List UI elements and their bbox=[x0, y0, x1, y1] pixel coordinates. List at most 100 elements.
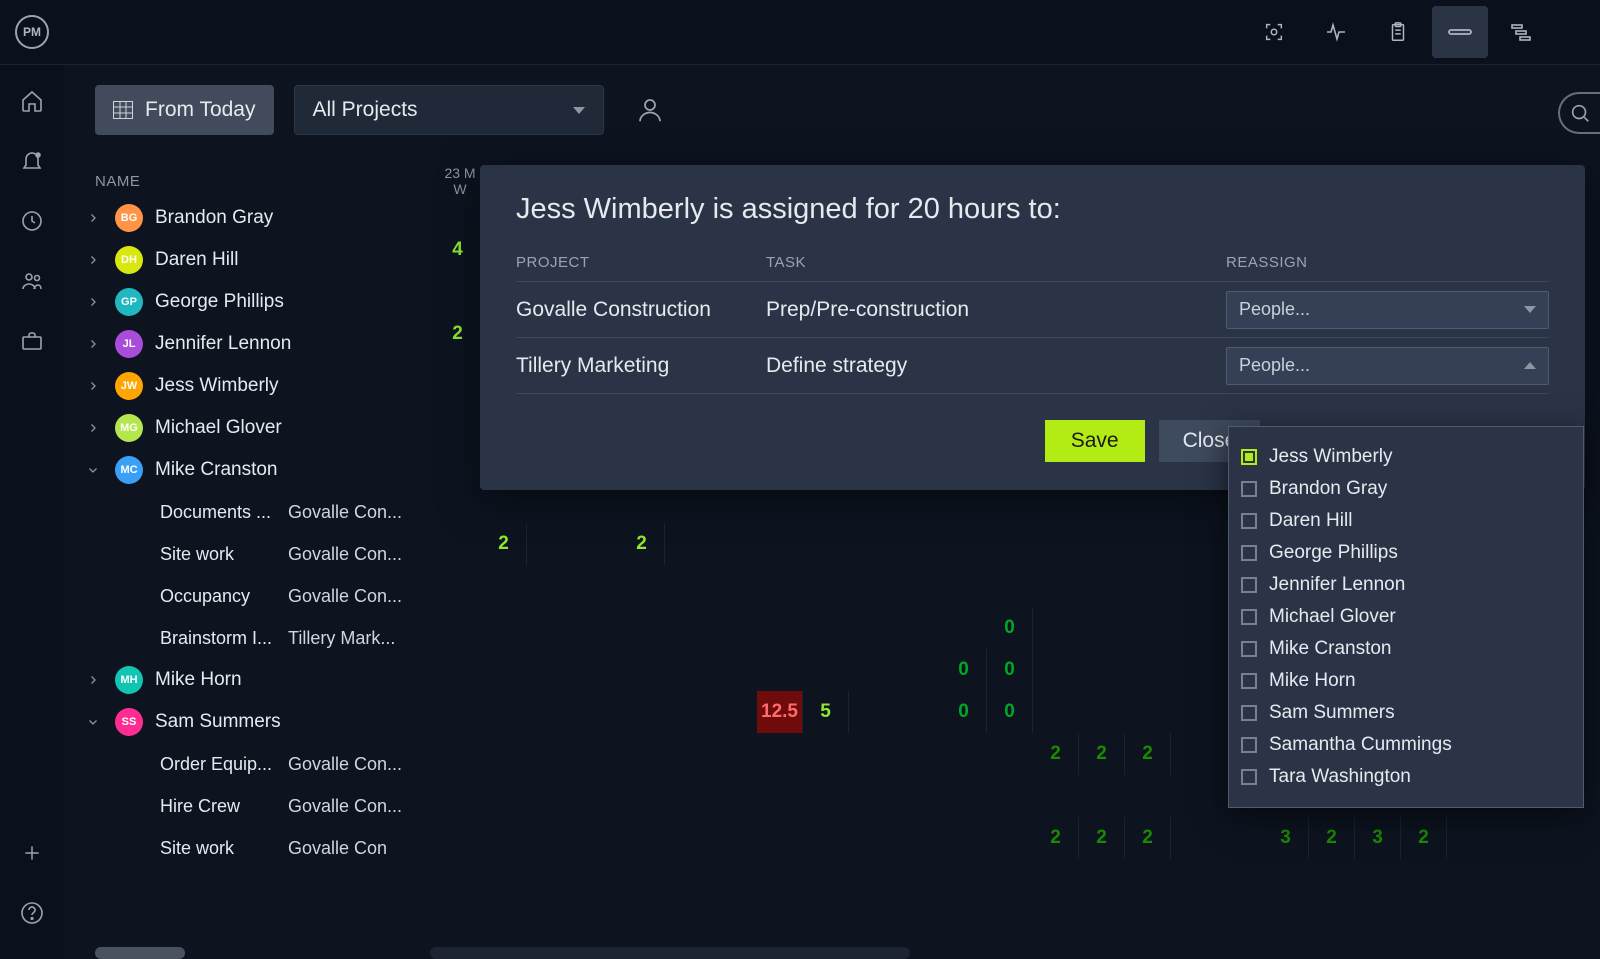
checkbox-icon[interactable] bbox=[1241, 673, 1257, 689]
task-project: Govalle Con... bbox=[288, 502, 402, 523]
checkbox-icon[interactable] bbox=[1241, 609, 1257, 625]
task-subrow[interactable]: Brainstorm I...Tillery Mark... bbox=[75, 617, 435, 659]
person-row[interactable]: JWJess Wimberly bbox=[75, 365, 435, 407]
workload-cell[interactable]: 2 bbox=[1079, 817, 1125, 859]
dialog-title: Jess Wimberly is assigned for 20 hours t… bbox=[516, 193, 1549, 226]
task-subrow[interactable]: Order Equip...Govalle Con... bbox=[75, 743, 435, 785]
people-dropdown-menu[interactable]: Jess Wimberly Brandon GrayDaren HillGeorg… bbox=[1228, 426, 1584, 808]
people-option[interactable]: Jennifer Lennon bbox=[1241, 569, 1571, 601]
workload-cell[interactable]: 2 bbox=[1125, 733, 1171, 775]
chevron-right-icon[interactable] bbox=[83, 338, 103, 350]
workload-cell[interactable]: 2 bbox=[1079, 733, 1125, 775]
person-row[interactable]: MCMike Cranston bbox=[75, 449, 435, 491]
recent-icon[interactable] bbox=[16, 205, 48, 237]
checkbox-icon[interactable] bbox=[1241, 769, 1257, 785]
workload-cell[interactable]: 0 bbox=[987, 691, 1033, 733]
people-option[interactable]: Tara Washington bbox=[1241, 761, 1571, 793]
chevron-down-icon[interactable] bbox=[83, 464, 103, 476]
people-option[interactable]: Mike Cranston bbox=[1241, 633, 1571, 665]
checkbox-icon[interactable] bbox=[1241, 481, 1257, 497]
workload-cell[interactable]: 3 bbox=[1263, 817, 1309, 859]
activity-icon[interactable] bbox=[1308, 6, 1364, 58]
people-option[interactable]: Michael Glover bbox=[1241, 601, 1571, 633]
workload-cell[interactable]: 2 bbox=[1033, 817, 1079, 859]
workload-icon[interactable] bbox=[1432, 6, 1488, 58]
team-icon[interactable] bbox=[16, 265, 48, 297]
notifications-icon[interactable] bbox=[16, 145, 48, 177]
checkbox-icon[interactable] bbox=[1241, 577, 1257, 593]
person-row[interactable]: JLJennifer Lennon bbox=[75, 323, 435, 365]
project-filter-select[interactable]: All Projects bbox=[294, 85, 604, 135]
workload-cell[interactable]: 2 bbox=[1125, 817, 1171, 859]
workload-cell[interactable]: 0 bbox=[987, 607, 1033, 649]
roadmap-icon[interactable] bbox=[1494, 6, 1550, 58]
task-project: Govalle Con... bbox=[288, 754, 402, 775]
task-subrow[interactable]: Site workGovalle Con bbox=[75, 827, 435, 869]
horizontal-scrollbar[interactable] bbox=[430, 947, 910, 959]
person-row[interactable]: MHMike Horn bbox=[75, 659, 435, 701]
people-option[interactable]: Mike Horn bbox=[1241, 665, 1571, 697]
workload-cell[interactable]: 12.5 bbox=[757, 691, 803, 733]
people-option[interactable]: Samantha Cummings bbox=[1241, 729, 1571, 761]
task-subrow[interactable]: Documents ... Govalle Con... bbox=[75, 491, 435, 533]
checkbox-icon[interactable] bbox=[1241, 513, 1257, 529]
workload-cell[interactable]: 5 bbox=[803, 691, 849, 733]
workload-cell[interactable]: 0 bbox=[987, 649, 1033, 691]
chevron-right-icon[interactable] bbox=[83, 674, 103, 686]
checkbox-icon[interactable] bbox=[1241, 705, 1257, 721]
person-filter-icon[interactable] bbox=[630, 90, 670, 130]
person-row[interactable]: MGMichael Glover bbox=[75, 407, 435, 449]
reassign-people-select[interactable]: People... bbox=[1226, 347, 1549, 385]
checkbox-icon[interactable] bbox=[1241, 737, 1257, 753]
people-option[interactable]: Daren Hill bbox=[1241, 505, 1571, 537]
avatar: JL bbox=[115, 330, 143, 358]
scan-icon[interactable] bbox=[1246, 6, 1302, 58]
task-subrow[interactable]: Hire CrewGovalle Con... bbox=[75, 785, 435, 827]
from-today-button[interactable]: From Today bbox=[95, 85, 274, 135]
workload-cell[interactable]: 0 bbox=[941, 649, 987, 691]
workload-cell[interactable]: 0 bbox=[941, 691, 987, 733]
workload-cell[interactable]: 2 bbox=[1033, 733, 1079, 775]
help-icon[interactable] bbox=[16, 897, 48, 929]
task-name: Documents ... bbox=[160, 502, 278, 523]
reassign-people-select[interactable]: People... bbox=[1226, 291, 1549, 329]
person-row[interactable]: BGBrandon Gray bbox=[75, 197, 435, 239]
people-option[interactable]: Brandon Gray bbox=[1241, 473, 1571, 505]
workload-cell[interactable]: 4 bbox=[435, 229, 481, 271]
chevron-right-icon[interactable] bbox=[83, 380, 103, 392]
people-option[interactable]: Sam Summers bbox=[1241, 697, 1571, 729]
briefcase-icon[interactable] bbox=[16, 325, 48, 357]
person-row[interactable]: GPGeorge Phillips bbox=[75, 281, 435, 323]
workload-cell[interactable]: 2 bbox=[1401, 817, 1447, 859]
workload-cell[interactable]: 2 bbox=[1309, 817, 1355, 859]
workload-cell[interactable]: 2 bbox=[435, 313, 481, 355]
checkbox-icon[interactable] bbox=[1241, 545, 1257, 561]
checkbox-icon[interactable] bbox=[1241, 449, 1257, 465]
people-option-label: Jess Wimberly bbox=[1269, 446, 1393, 468]
workload-cell[interactable]: 2 bbox=[619, 523, 665, 565]
horizontal-scrollbar-left[interactable] bbox=[95, 947, 185, 959]
people-option-label: Samantha Cummings bbox=[1269, 734, 1452, 756]
workload-cell[interactable]: 3 bbox=[1355, 817, 1401, 859]
chevron-right-icon[interactable] bbox=[83, 254, 103, 266]
avatar: MC bbox=[115, 456, 143, 484]
save-button[interactable]: Save bbox=[1045, 420, 1145, 462]
task-subrow[interactable]: Site workGovalle Con... bbox=[75, 533, 435, 575]
person-row[interactable]: DHDaren Hill bbox=[75, 239, 435, 281]
clipboard-icon[interactable] bbox=[1370, 6, 1426, 58]
chevron-down-icon[interactable] bbox=[83, 716, 103, 728]
assignment-row: Tillery MarketingDefine strategyPeople..… bbox=[516, 338, 1549, 394]
people-option[interactable]: Jess Wimberly bbox=[1241, 441, 1571, 473]
workload-cell[interactable]: 2 bbox=[481, 523, 527, 565]
people-option[interactable]: George Phillips bbox=[1241, 537, 1571, 569]
task-name: Site work bbox=[160, 838, 278, 859]
checkbox-icon[interactable] bbox=[1241, 641, 1257, 657]
add-icon[interactable] bbox=[16, 837, 48, 869]
person-row[interactable]: SSSam Summers bbox=[75, 701, 435, 743]
task-subrow[interactable]: OccupancyGovalle Con... bbox=[75, 575, 435, 617]
home-icon[interactable] bbox=[16, 85, 48, 117]
chevron-right-icon[interactable] bbox=[83, 422, 103, 434]
chevron-right-icon[interactable] bbox=[83, 212, 103, 224]
chevron-right-icon[interactable] bbox=[83, 296, 103, 308]
search-button[interactable] bbox=[1558, 92, 1600, 134]
